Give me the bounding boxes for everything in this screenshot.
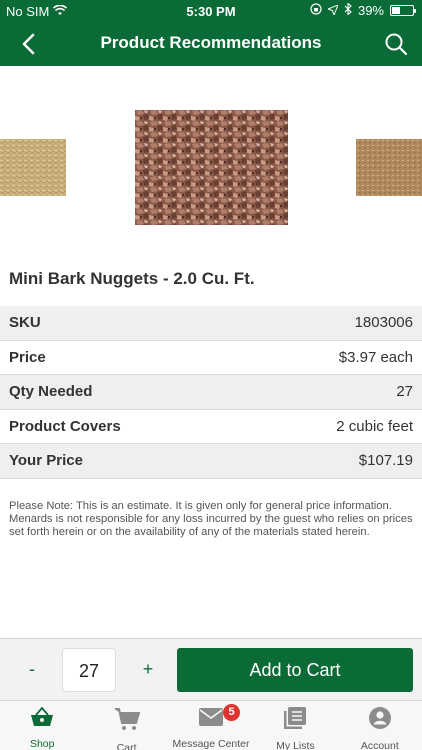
search-button[interactable] [382, 30, 410, 58]
spec-value: 27 [396, 383, 413, 401]
spec-value: 2 cubic feet [336, 417, 413, 435]
bluetooth-icon [344, 2, 352, 18]
spec-value: $3.97 each [338, 348, 413, 366]
tab-label: My Lists [276, 740, 315, 750]
add-to-cart-button[interactable]: Add to Cart [177, 648, 413, 692]
bottom-tab-bar: Shop Cart 5 Message Center My Lists Acco… [0, 700, 422, 750]
carousel-image-previous[interactable] [0, 139, 66, 196]
spec-row-sku: SKU 1803006 [0, 306, 422, 341]
spec-label: Qty Needed [9, 383, 93, 401]
tab-cart[interactable]: Cart [84, 701, 168, 750]
search-icon [385, 33, 408, 56]
add-to-cart-bar: - 27 + Add to Cart [0, 638, 422, 700]
tab-label: Account [360, 740, 399, 750]
user-icon [367, 707, 393, 729]
envelope-icon: 5 [198, 704, 241, 727]
orientation-lock-icon [310, 3, 322, 18]
tab-label: Shop [29, 738, 55, 750]
cart-icon [114, 707, 140, 731]
spec-label: Price [9, 348, 46, 366]
spec-value: $107.19 [358, 452, 413, 470]
tab-account[interactable]: Account [338, 701, 422, 750]
list-icon [282, 707, 308, 729]
quantity-increment-button[interactable]: + [136, 659, 160, 683]
spec-row-qty-needed: Qty Needed 27 [0, 375, 422, 410]
spec-label: Product Covers [9, 417, 121, 435]
carousel-image-current[interactable] [135, 110, 288, 225]
spec-value: 1803006 [354, 314, 413, 332]
page-title: Product Recommendations [100, 33, 322, 52]
message-count-badge: 5 [223, 704, 241, 721]
tab-message-center[interactable]: 5 Message Center [169, 701, 253, 750]
product-name: Mini Bark Nuggets - 2.0 Cu. Ft. [9, 269, 255, 288]
quantity-decrement-button[interactable]: - [20, 659, 44, 683]
spec-row-your-price: Your Price $107.19 [0, 444, 422, 479]
app-header: No SIM 5:30 PM 39% Product Recommendatio… [0, 0, 422, 66]
status-bar: No SIM 5:30 PM 39% [0, 0, 422, 22]
battery-percent: 39% [357, 3, 384, 18]
battery-icon [390, 5, 416, 16]
location-icon [326, 3, 339, 18]
nav-bar: Product Recommendations [0, 22, 422, 66]
status-right: 39% [310, 2, 416, 18]
spec-label: SKU [9, 314, 41, 332]
spec-row-product-covers: Product Covers 2 cubic feet [0, 410, 422, 444]
estimate-disclaimer: Please Note: This is an estimate. It is … [9, 500, 413, 538]
tab-shop[interactable]: Shop [0, 701, 84, 750]
tab-my-lists[interactable]: My Lists [253, 701, 337, 750]
product-image-carousel[interactable] [0, 66, 422, 256]
spec-row-price: Price $3.97 each [0, 341, 422, 375]
tab-label: Message Center [172, 738, 250, 750]
battery-fill [392, 7, 400, 14]
shopping-basket-icon [29, 707, 55, 727]
spec-label: Your Price [9, 452, 83, 470]
product-spec-table: SKU 1803006 Price $3.97 each Qty Needed … [0, 306, 422, 479]
carousel-image-next[interactable] [356, 139, 422, 196]
quantity-input[interactable]: 27 [62, 648, 116, 692]
tab-label: Cart [116, 742, 137, 750]
